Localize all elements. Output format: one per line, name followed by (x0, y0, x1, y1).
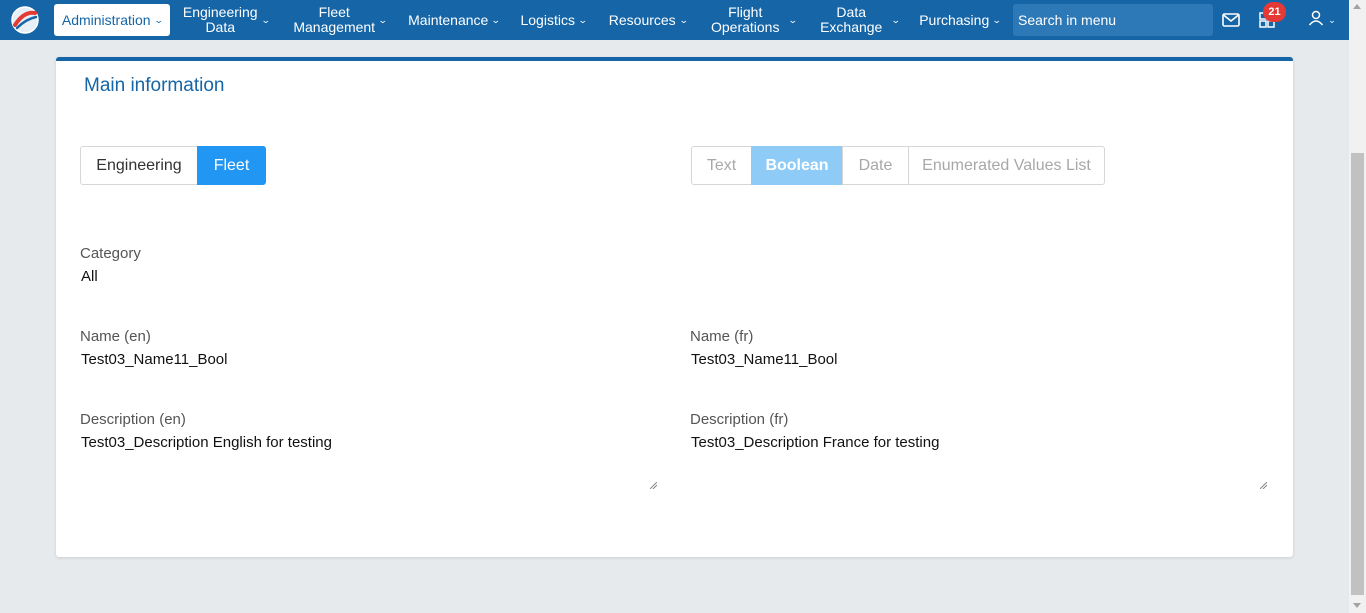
name-en-field[interactable]: Test03_Name11_Bool (81, 351, 227, 368)
chevron-down-icon: ⌄ (377, 14, 388, 25)
nav-data-exchange-label: Data Exchange (820, 4, 883, 35)
resize-grip-icon[interactable] (650, 482, 657, 489)
nav-fleet-management[interactable]: Fleet Management ⌄ (290, 0, 390, 40)
toggle-enumerated-values-list[interactable]: Enumerated Values List (908, 146, 1105, 185)
chevron-down-icon: ⌄ (678, 14, 689, 25)
nav-flight-operations-label: Flight Operations (710, 4, 780, 35)
app-logo[interactable] (10, 5, 40, 35)
category-value[interactable]: All (81, 268, 98, 285)
chevron-down-icon: ⌄ (891, 14, 902, 25)
scroll-down-icon[interactable] (1353, 603, 1361, 608)
main-information-card: Main information Engineering Fleet Text … (56, 57, 1293, 557)
chevron-down-icon: ⌄ (788, 14, 799, 25)
nav-engineering-data[interactable]: Engineering Data ⌄ (180, 0, 272, 40)
description-en-text: Test03_Description English for testing (81, 434, 332, 451)
description-fr-label: Description (fr) (690, 411, 789, 428)
chevron-down-icon: ⌄ (1328, 14, 1336, 25)
name-fr-label: Name (fr) (690, 328, 754, 345)
chevron-down-icon: ⌄ (260, 14, 271, 25)
top-nav: Administration ⌄ Engineering Data ⌄ Flee… (0, 0, 1349, 40)
nav-logistics[interactable]: Logistics ⌄ (516, 0, 591, 40)
nav-flight-operations[interactable]: Flight Operations ⌄ (706, 0, 802, 40)
name-en-label: Name (en) (80, 328, 151, 345)
description-en-label: Description (en) (80, 411, 186, 428)
nav-logistics-label: Logistics (520, 11, 575, 28)
chevron-down-icon: ⌄ (992, 14, 1002, 25)
toggle-boolean[interactable]: Boolean (751, 146, 843, 185)
toggle-engineering[interactable]: Engineering (80, 146, 198, 185)
nav-maintenance-label: Maintenance (408, 11, 489, 28)
nav-resources[interactable]: Resources ⌄ (604, 0, 692, 40)
chevron-down-icon: ⌄ (153, 14, 164, 25)
nav-data-exchange[interactable]: Data Exchange ⌄ (818, 0, 902, 40)
scrollbar-thumb[interactable] (1351, 153, 1364, 595)
chevron-down-icon: ⌄ (491, 14, 501, 25)
scroll-up-icon[interactable] (1353, 4, 1361, 9)
nav-purchasing[interactable]: Purchasing ⌄ (914, 0, 1006, 40)
mail-icon[interactable] (1220, 0, 1242, 40)
toggle-date[interactable]: Date (842, 146, 909, 185)
description-fr-field[interactable]: Test03_Description France for testing (690, 432, 1268, 490)
nav-engineering-data-label: Engineering Data (182, 4, 258, 35)
toggle-text[interactable]: Text (691, 146, 752, 185)
domain-toggle: Engineering Fleet (80, 146, 266, 185)
nav-resources-label: Resources (608, 11, 676, 28)
description-en-field[interactable]: Test03_Description English for testing (80, 432, 658, 490)
description-fr-text: Test03_Description France for testing (691, 434, 940, 451)
nav-purchasing-label: Purchasing (919, 11, 990, 28)
user-icon (1308, 10, 1324, 31)
nav-administration[interactable]: Administration ⌄ (54, 4, 170, 36)
section-title: Main information (84, 75, 225, 96)
chevron-down-icon: ⌄ (577, 14, 588, 25)
notification-badge: 21 (1263, 2, 1286, 22)
toggle-fleet[interactable]: Fleet (197, 146, 266, 185)
nav-maintenance[interactable]: Maintenance ⌄ (404, 0, 504, 40)
nav-fleet-management-label: Fleet Management (293, 4, 376, 35)
category-label: Category (80, 245, 141, 262)
nav-administration-label: Administration (61, 11, 151, 28)
resize-grip-icon[interactable] (1260, 482, 1267, 489)
user-menu[interactable]: ⌄ (1304, 0, 1340, 40)
type-toggle: Text Boolean Date Enumerated Values List (691, 146, 1105, 185)
name-fr-field[interactable]: Test03_Name11_Bool (691, 351, 837, 368)
menu-search-input[interactable] (1013, 4, 1213, 36)
